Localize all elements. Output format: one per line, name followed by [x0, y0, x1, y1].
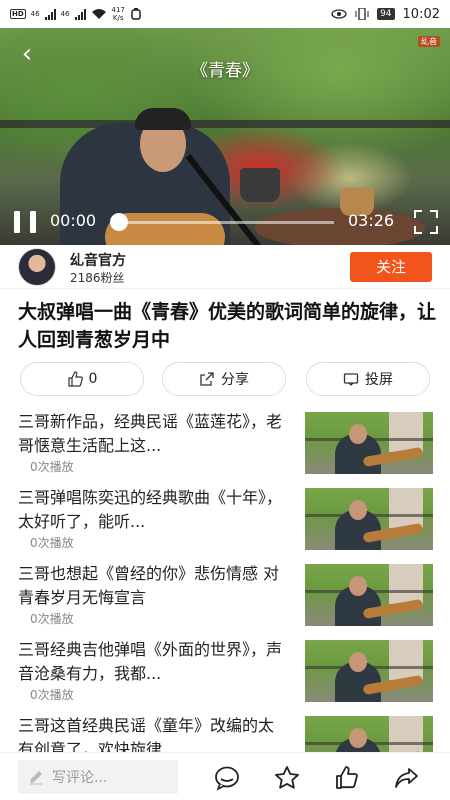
video-overlay-title: 《青春》 [191, 61, 259, 81]
cast-label: 投屏 [365, 372, 393, 388]
list-item-views: 0次播放 [30, 536, 74, 550]
cast-button[interactable]: 投屏 [306, 362, 430, 396]
progress-knob[interactable] [110, 213, 128, 231]
follow-button[interactable]: 关注 [350, 252, 432, 282]
video-scene-pot [240, 168, 280, 202]
status-time: 10:02 [402, 6, 440, 22]
hd-badge: HD [10, 9, 26, 19]
list-item-title: 三哥弹唱陈奕迅的经典歌曲《十年》，太好听了，能听... [18, 488, 283, 531]
list-item-thumbnail [305, 640, 433, 702]
network-speed-value: 417 [111, 6, 125, 14]
current-time: 00:00 [50, 211, 97, 230]
network-type-2: 46 [60, 10, 70, 18]
list-item[interactable]: 三哥弹唱陈奕迅的经典歌曲《十年》，太好听了，能听... 0次播放 [0, 486, 450, 562]
signal-icon-2 [74, 8, 86, 20]
status-right: 94 10:02 [331, 7, 440, 22]
progress-bar[interactable] [112, 221, 334, 224]
page-title: 大叔弹唱一曲《青春》优美的歌词简单的旋律，让人回到青葱岁月中 [18, 301, 437, 351]
notification-icon [131, 8, 141, 20]
fullscreen-icon[interactable] [414, 210, 438, 234]
list-item-views: 0次播放 [30, 460, 74, 474]
author-name[interactable]: 乣音官方 [70, 250, 126, 270]
cast-icon [343, 373, 359, 386]
list-item-title: 三哥新作品，经典民谣《蓝莲花》，老哥惬意生活配上这... [18, 412, 283, 455]
comment-input[interactable]: 写评论... [18, 760, 178, 794]
total-time: 03:26 [348, 211, 395, 230]
eye-icon [331, 9, 347, 19]
video-scene-table [255, 208, 425, 245]
comment-placeholder: 写评论... [52, 770, 108, 786]
watermark-logo: 乣音 [418, 36, 440, 47]
author-fans: 2186粉丝 [70, 271, 125, 285]
list-item-thumbnail [305, 488, 433, 550]
share-icon [200, 372, 214, 386]
list-item[interactable]: 三哥经典吉他弹唱《外面的世界》，声音沧桑有力，我都... 0次播放 [0, 638, 450, 714]
list-item-title: 三哥经典吉他弹唱《外面的世界》，声音沧桑有力，我都... [18, 640, 283, 683]
battery-level: 94 [377, 8, 395, 20]
star-icon[interactable] [274, 765, 300, 791]
network-type: 46 [30, 10, 40, 18]
like-button[interactable]: 0 [20, 362, 144, 396]
list-item-views: 0次播放 [30, 688, 74, 702]
share-arrow-icon[interactable] [394, 765, 420, 791]
list-item-thumbnail [305, 412, 433, 474]
list-item-views: 0次播放 [30, 612, 74, 626]
action-row: 0 分享 投屏 [20, 362, 432, 398]
list-item[interactable]: 三哥新作品，经典民谣《蓝莲花》，老哥惬意生活配上这... 0次播放 [0, 410, 450, 486]
list-item-thumbnail [305, 564, 433, 626]
like-count: 0 [88, 371, 98, 387]
thumbs-up-icon [67, 371, 83, 387]
wifi-icon [91, 9, 106, 19]
author-bar: 乣音官方 2186粉丝 关注 [0, 245, 450, 289]
status-bar: HD 46 46 417 K/s 94 10:02 [0, 0, 450, 28]
bottom-bar: 写评论... [0, 752, 450, 800]
share-label: 分享 [221, 372, 249, 388]
video-scene-hat [135, 108, 191, 130]
share-button[interactable]: 分享 [162, 362, 286, 396]
list-item-title: 三哥也想起《曾经的你》悲伤情感 对青春岁月无悔宣言 [18, 564, 280, 607]
signal-icon [44, 8, 56, 20]
comment-icon[interactable] [214, 765, 240, 791]
list-item[interactable]: 三哥也想起《曾经的你》悲伤情感 对青春岁月无悔宣言 0次播放 [0, 562, 450, 638]
avatar[interactable] [18, 248, 56, 286]
network-speed: 417 K/s [112, 6, 125, 22]
pause-icon[interactable] [14, 211, 36, 233]
pencil-icon [30, 771, 42, 785]
video-player[interactable]: ‹ 《青春》 乣音 00:00 03:26 [0, 28, 450, 245]
network-speed-unit: K/s [112, 14, 124, 22]
status-left: HD 46 46 417 K/s [10, 6, 142, 22]
vibrate-icon [355, 8, 369, 20]
thumbs-up-icon[interactable] [334, 765, 360, 791]
video-scene-rail [0, 120, 450, 128]
